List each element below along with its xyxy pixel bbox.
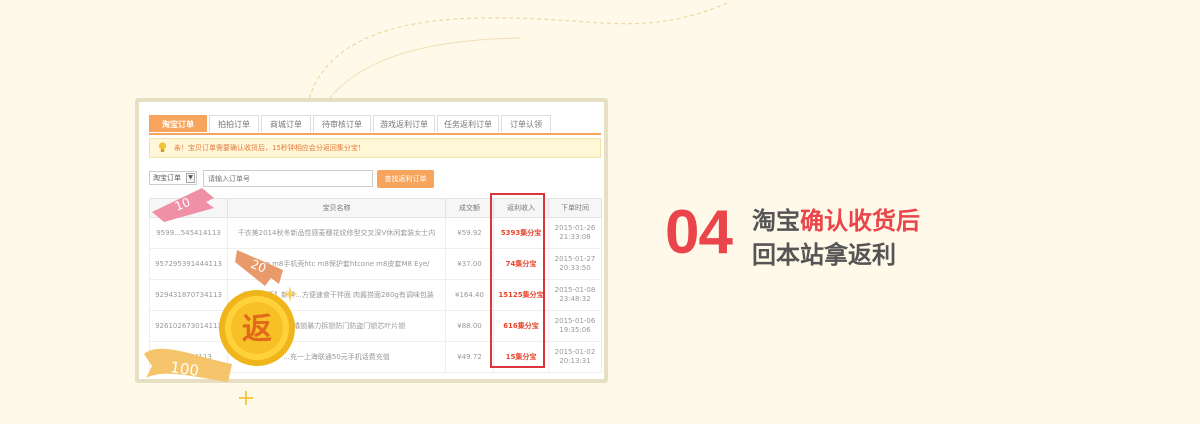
lightbulb-icon bbox=[158, 142, 167, 152]
order-number-input[interactable] bbox=[203, 170, 373, 187]
sparkle-icon bbox=[282, 286, 298, 302]
order-amount: ¥37.00 bbox=[445, 248, 494, 280]
step-title-line2: 回本站拿返利 bbox=[752, 241, 896, 269]
order-time: 2015-01-26 21:33:08 bbox=[548, 217, 602, 249]
col-header-time: 下单时间 bbox=[548, 198, 602, 218]
tab-claim-orders[interactable]: 订单认领 bbox=[501, 115, 551, 132]
order-id: 929431870734113 bbox=[149, 279, 228, 311]
col-header-amount: 成交额 bbox=[445, 198, 494, 218]
tab-mall-orders[interactable]: 商城订单 bbox=[261, 115, 311, 132]
order-time: 2015-01-02 20:13:31 bbox=[548, 341, 602, 373]
order-time: 2015-01-08 23:48:32 bbox=[548, 279, 602, 311]
tab-taobao-orders[interactable]: 淘宝订单 bbox=[149, 115, 207, 132]
ribbon-10-decoration: 10 bbox=[152, 188, 214, 222]
order-time: 2015-01-06 19:35:06 bbox=[548, 310, 602, 342]
order-amount: ¥49.72 bbox=[445, 341, 494, 373]
tab-game-rebate-orders[interactable]: 游戏返利订单 bbox=[373, 115, 435, 132]
chevron-down-icon: ▼ bbox=[186, 173, 195, 183]
step-number: 04 bbox=[665, 198, 733, 267]
ribbon-yellow-label: 100 bbox=[169, 358, 200, 380]
notice-text: 亲！宝贝订单需要确认收货后，15秒钟相应会分返回集分宝！ bbox=[174, 144, 365, 152]
rebate-column-highlight bbox=[490, 193, 545, 368]
order-id: 957295391444113 bbox=[149, 248, 228, 280]
order-amount: ¥88.00 bbox=[445, 310, 494, 342]
order-time: 2015-01-27 20:33:50 bbox=[548, 248, 602, 280]
coin-character: 返 bbox=[242, 312, 272, 347]
tab-task-rebate-orders[interactable]: 任务返利订单 bbox=[437, 115, 499, 132]
ribbon-20-decoration: 20 bbox=[235, 250, 283, 286]
order-amount: ¥164.40 bbox=[445, 279, 494, 311]
tab-paipai-orders[interactable]: 拍拍订单 bbox=[209, 115, 259, 132]
order-tabs: 淘宝订单 拍拍订单 商城订单 待审核订单 游戏返利订单 任务返利订单 订单认领 bbox=[149, 115, 601, 135]
step-title-line1: 淘宝确认收货后 bbox=[752, 207, 920, 235]
notice-bar: 亲！宝贝订单需要确认收货后，15秒钟相应会分返回集分宝！ bbox=[149, 138, 601, 158]
col-header-name: 宝贝名称 bbox=[227, 198, 446, 218]
order-type-select[interactable]: 淘宝订单 ▼ bbox=[149, 171, 197, 185]
order-amount: ¥59.92 bbox=[445, 217, 494, 249]
find-rebate-order-button[interactable]: 查找返利订单 bbox=[377, 170, 434, 188]
tab-pending-orders[interactable]: 待审核订单 bbox=[313, 115, 371, 132]
order-type-value: 淘宝订单 bbox=[153, 174, 181, 182]
